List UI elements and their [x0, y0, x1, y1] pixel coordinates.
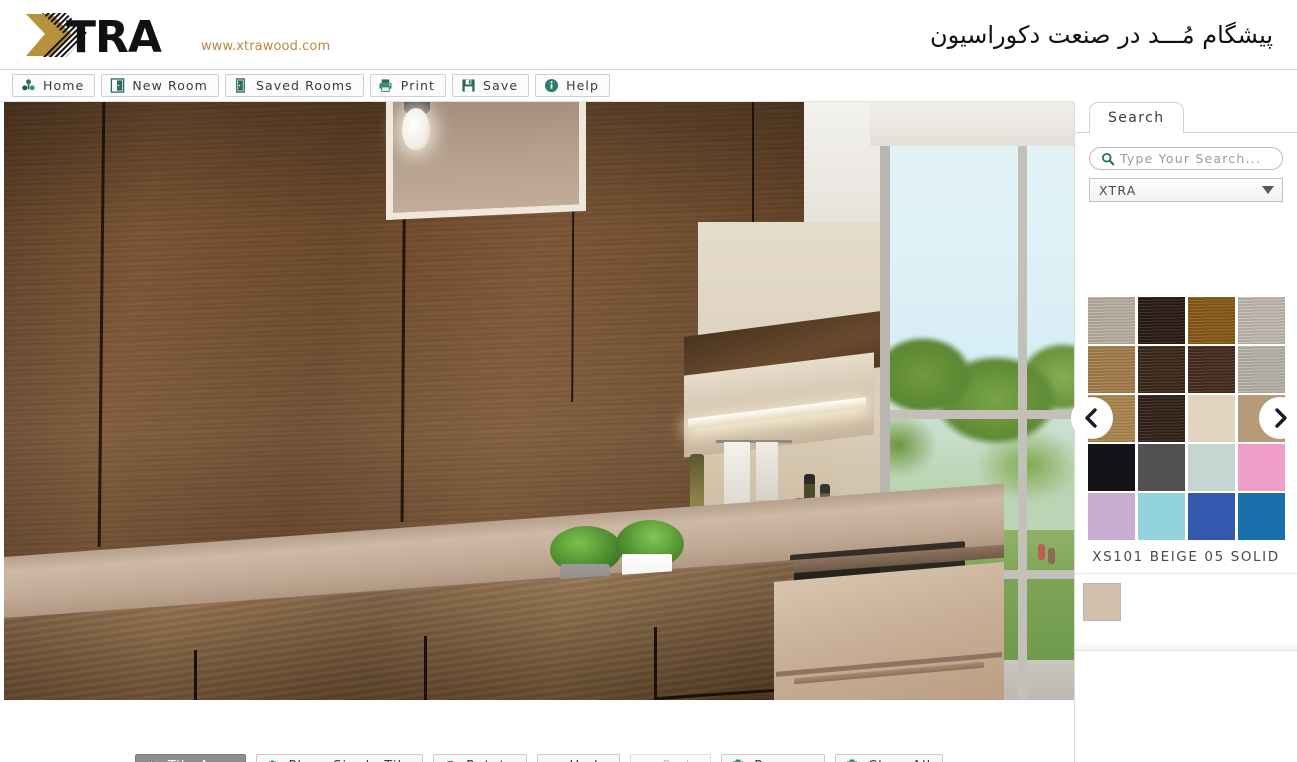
- swatch-espresso-wood[interactable]: [1187, 346, 1235, 393]
- swatch-turquoise-solid[interactable]: [1137, 493, 1185, 540]
- sidebar-tabs: Search: [1075, 102, 1297, 133]
- search-field[interactable]: [1089, 147, 1283, 170]
- undo-button[interactable]: Undo: [536, 754, 620, 762]
- next-page-button[interactable]: [1259, 397, 1297, 439]
- right-sidebar: Search XTRA: [1071, 102, 1297, 762]
- base-cabinet-seam: [424, 635, 427, 700]
- swatch-grid: [1087, 297, 1285, 540]
- main-toolbar: Home New Room Saved Rooms Print Save Hel…: [0, 70, 1074, 102]
- selected-swatch-chip[interactable]: [1083, 583, 1121, 621]
- xtra-logo-icon: TRA: [26, 12, 163, 60]
- door-icon: [109, 78, 125, 94]
- swatch-dark-walnut-wood[interactable]: [1137, 346, 1185, 393]
- window-mullion: [1018, 140, 1027, 700]
- swatch-pale-sage-solid[interactable]: [1187, 444, 1235, 491]
- print-label: Print: [400, 78, 436, 93]
- chevron-left-icon: [1085, 408, 1097, 428]
- room-stage[interactable]: Tile Area Place Single Tile: [0, 102, 1074, 762]
- trash-icon: [844, 759, 860, 762]
- window-header-wall: [870, 102, 1074, 146]
- rotate-button[interactable]: Rotate: [433, 754, 527, 762]
- swatch-charcoal-solid[interactable]: [1137, 444, 1185, 491]
- swatch-browser: XS101 BEIGE 05 SOLID: [1071, 297, 1297, 565]
- printer-icon: [378, 78, 394, 94]
- save-label: Save: [483, 78, 519, 93]
- info-icon: [543, 78, 559, 94]
- door-closed-icon: [233, 78, 249, 94]
- swatch-black-walnut-wood[interactable]: [1137, 395, 1185, 442]
- chevron-right-icon: [1275, 408, 1287, 428]
- base-cabinet-seam: [194, 649, 197, 700]
- selected-swatch-panel: [1075, 573, 1297, 651]
- trash-icon: [730, 759, 746, 762]
- new-room-label: New Room: [132, 78, 208, 93]
- header-tagline: پیشگام مُـــد در صنعت دکوراسیون: [929, 20, 1273, 49]
- swatch-cream-solid[interactable]: [1187, 395, 1235, 442]
- floppy-icon: [460, 78, 476, 94]
- refresh-icon: [442, 759, 458, 762]
- redo-button: Redo: [629, 754, 712, 762]
- brand-select-value: XTRA: [1099, 182, 1137, 198]
- cabinet-lamp: [402, 108, 430, 150]
- swatch-ocean-blue-solid[interactable]: [1237, 493, 1285, 540]
- home-label: Home: [43, 78, 85, 93]
- towel: [724, 442, 750, 508]
- remove-button[interactable]: Remove: [721, 754, 826, 762]
- hand-icon: [144, 759, 160, 762]
- svg-text:TRA: TRA: [66, 12, 162, 60]
- person-figure: [1038, 544, 1045, 560]
- person-figure: [1048, 548, 1055, 564]
- chevron-down-icon: [1262, 186, 1274, 194]
- brand: TRA www.xtrawood.com: [22, 10, 330, 60]
- hand-icon: [265, 759, 281, 762]
- swatch-very-dark-wood[interactable]: [1137, 297, 1185, 344]
- saved-rooms-label: Saved Rooms: [255, 78, 353, 93]
- swatch-royal-blue-solid[interactable]: [1187, 493, 1235, 540]
- swatch-golden-oak-wood[interactable]: [1187, 297, 1235, 344]
- prev-page-button[interactable]: [1071, 397, 1113, 439]
- place-single-tile-button[interactable]: Place Single Tile: [255, 754, 424, 762]
- swatch-silver-ash-wood[interactable]: [1237, 346, 1285, 393]
- xtra-logo[interactable]: TRA: [22, 10, 192, 60]
- help-button[interactable]: Help: [535, 74, 611, 97]
- search-icon: [1100, 151, 1116, 167]
- clear-all-button[interactable]: Clear All: [835, 754, 944, 762]
- new-room-button[interactable]: New Room: [101, 74, 219, 97]
- home-button[interactable]: Home: [12, 74, 96, 97]
- towel: [756, 442, 778, 500]
- swatch-light-grey-wood[interactable]: [1087, 297, 1135, 344]
- save-button[interactable]: Save: [452, 74, 530, 97]
- home-icon: [20, 78, 36, 94]
- selected-swatch-label: XS101 BEIGE 05 SOLID: [1092, 549, 1280, 565]
- tile-area-button[interactable]: Tile Area: [134, 754, 246, 762]
- swatch-pale-grey-wood[interactable]: [1237, 297, 1285, 344]
- brand-url[interactable]: www.xtrawood.com: [201, 39, 330, 60]
- saved-rooms-button[interactable]: Saved Rooms: [224, 74, 364, 97]
- swatch-black-solid[interactable]: [1087, 444, 1135, 491]
- tab-search-label: Search: [1108, 110, 1165, 126]
- edit-toolbar: Tile Area Place Single Tile: [4, 700, 1074, 762]
- room-render-image[interactable]: [4, 102, 1074, 700]
- arrow-left-icon: [546, 759, 562, 762]
- brand-select[interactable]: XTRA: [1089, 178, 1283, 202]
- arrow-right-icon: [639, 759, 655, 762]
- swatch-natural-oak-wood[interactable]: [1087, 346, 1135, 393]
- app-header: TRA www.xtrawood.com پیشگام مُـــد در صن…: [0, 0, 1297, 70]
- swatch-pink-solid[interactable]: [1237, 444, 1285, 491]
- window-mullion: [890, 410, 1074, 419]
- tab-search[interactable]: Search: [1089, 102, 1184, 133]
- print-button[interactable]: Print: [369, 74, 447, 97]
- help-label: Help: [566, 78, 600, 93]
- swatch-lilac-solid[interactable]: [1087, 493, 1135, 540]
- search-input[interactable]: [1120, 151, 1272, 166]
- base-cabinet-seam: [654, 626, 657, 700]
